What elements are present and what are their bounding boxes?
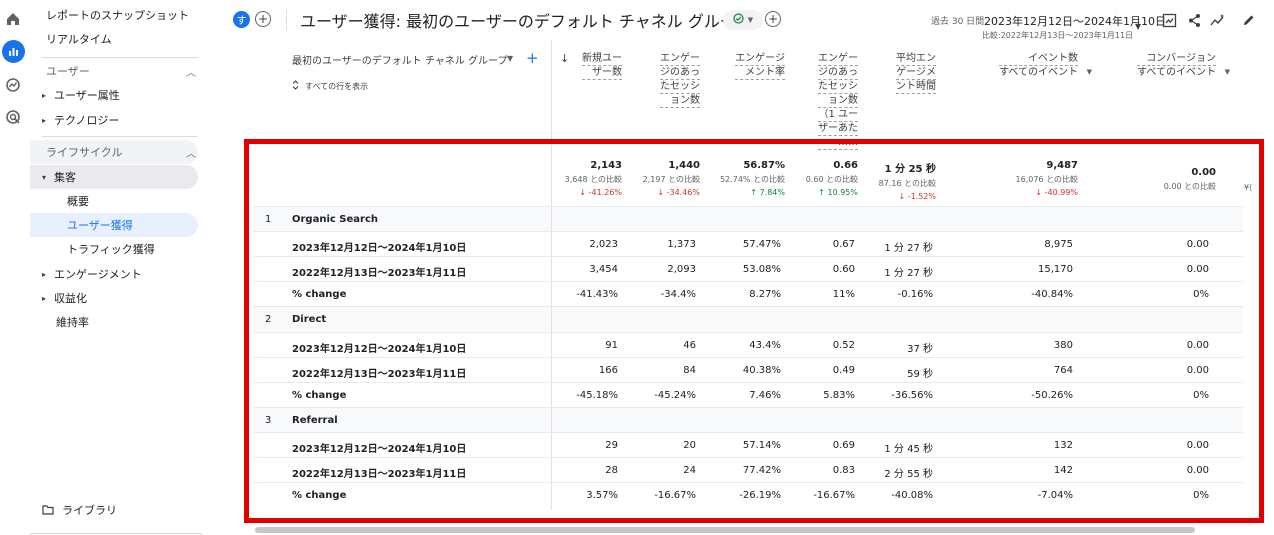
chevron-up-icon: ︿ (186, 67, 196, 79)
sidebar-divider (42, 136, 198, 137)
share-icon[interactable] (1185, 11, 1203, 29)
metric-header-line: エンゲー (660, 53, 700, 66)
metric-header-line: たセッシ (660, 81, 700, 94)
sidebar-item-engagement[interactable]: ▸ エンゲージメント (42, 263, 142, 285)
sidebar-bottom-divider (30, 533, 202, 534)
metric-header-line: ント時間 (896, 81, 936, 94)
sidebar-section-user[interactable]: ユーザー ︿ (46, 60, 196, 82)
metric-header-line: ジのあっ (818, 67, 858, 80)
sidebar-item-label: 収益化 (54, 292, 87, 305)
metric-header-2[interactable]: エンゲー ジのあっ たセッシ ョン数 (660, 52, 700, 108)
metric-sub-selector[interactable]: すべてのイベント (1137, 66, 1216, 79)
sidebar-item-label: リアルタイム (46, 33, 112, 46)
sidebar-item-label: テクノロジー (54, 114, 120, 127)
dimension-header[interactable]: 最初のユーザーのデフォルト チャネル グループ (292, 52, 507, 67)
metric-sub-selector[interactable]: すべてのイベント (999, 66, 1078, 79)
sidebar-item-monetization[interactable]: ▸ 収益化 (42, 287, 87, 309)
metric-header-line: ジのあっ (660, 67, 700, 80)
caret-down-icon[interactable]: ▼ (1225, 66, 1230, 79)
caret-right-icon: ▸ (42, 115, 47, 125)
show-all-rows-label: すべての行を表示 (305, 81, 369, 91)
sidebar-item-technology[interactable]: ▸ テクノロジー (42, 109, 119, 131)
sidebar-item-acquisition[interactable]: ▾ 集客 (42, 166, 76, 188)
header-separator (286, 10, 287, 30)
insights-icon[interactable] (1209, 11, 1227, 29)
sidebar-divider (42, 57, 198, 58)
caret-right-icon: ▸ (42, 293, 47, 303)
metric-header-7[interactable]: コンバージョン すべてのイベント ▼ (1137, 52, 1230, 79)
metric-header-line: ゲージメ (896, 67, 936, 80)
check-circle-icon (733, 13, 744, 27)
add-filter-icon[interactable]: + (765, 11, 781, 27)
metric-header-line: ョン数 (660, 94, 700, 108)
sidebar-item-label: エンゲージメント (54, 268, 142, 281)
sidebar-item-label: ユーザー獲得 (67, 219, 133, 232)
sidebar-item-label: ライブラリ (62, 504, 117, 517)
sidebar-nav: レポートのスナップショット リアルタイム ユーザー ︿ ▸ ユーザー属性 ▸ テクノ… (30, 0, 202, 535)
advertising-icon[interactable] (4, 108, 22, 126)
sidebar-item-label: レポートのスナップショット (46, 9, 189, 22)
status-pill[interactable]: ▼ (723, 10, 763, 30)
edit-pencil-icon[interactable] (1240, 11, 1258, 29)
caret-right-icon: ▸ (42, 269, 47, 279)
metric-header-line: ョン数 (818, 94, 858, 108)
show-all-rows[interactable]: すべての行を表示 (292, 80, 368, 92)
date-preset-label: 過去 30 日間 (931, 17, 985, 27)
metric-header-line: たセッシ (818, 81, 858, 94)
caret-down-icon: ▾ (42, 172, 47, 182)
customize-report-icon[interactable] (1160, 11, 1178, 29)
home-icon[interactable] (4, 10, 22, 28)
sidebar-section-lifecycle[interactable]: ライフサイクル ︿ (46, 141, 196, 163)
metric-header-line: ザーあた (818, 123, 858, 136)
sidebar-item-label: 維持率 (56, 316, 89, 329)
metric-header-4[interactable]: エンゲー ジのあっ たセッシ ョン数 （1 ユー ザーあた…… (818, 52, 858, 150)
metric-header-line: コンバージョン (1137, 52, 1216, 66)
chevron-up-icon: ︿ (186, 148, 196, 160)
metric-header-3[interactable]: エンゲージ メント率 (735, 52, 785, 80)
sidebar-item-label: トラフィック獲得 (67, 243, 155, 256)
date-picker-caret-icon[interactable]: ▼ (1135, 22, 1141, 31)
caret-down-icon: ▼ (747, 16, 754, 24)
caret-down-icon[interactable]: ▼ (1087, 66, 1092, 79)
page-title: ユーザー獲得: 最初のユーザーのデフォルト チャネル グループ (300, 12, 751, 31)
sidebar-item-label: ユーザー属性 (54, 89, 120, 102)
sort-desc-icon[interactable]: ↓ (560, 52, 569, 65)
metric-header-line: エンゲー (818, 53, 858, 66)
sidebar-item-snapshot[interactable]: レポートのスナップショット (46, 4, 189, 26)
sidebar-item-user-acquisition[interactable]: ユーザー獲得 (67, 214, 133, 236)
icon-rail (0, 0, 27, 535)
metric-header-line: 新規ユー (582, 53, 622, 66)
explore-icon[interactable] (4, 76, 22, 94)
sidebar-section-label: ユーザー (46, 65, 90, 78)
expand-rows-icon (292, 80, 299, 92)
metric-header-line: メント率 (735, 66, 785, 80)
metric-header-line: （1 ユー (818, 109, 858, 122)
sidebar-item-user-attributes[interactable]: ▸ ユーザー属性 (42, 84, 120, 106)
metric-header-line: イベント数 (999, 52, 1078, 66)
folder-icon (42, 505, 62, 515)
add-comparison-icon[interactable]: + (255, 11, 271, 27)
sidebar-item-label: 集客 (54, 171, 76, 184)
horizontal-scrollbar[interactable] (255, 527, 1195, 533)
add-dimension-icon[interactable]: + (526, 49, 539, 67)
sidebar-item-traffic-acquisition[interactable]: トラフィック獲得 (67, 238, 155, 260)
report-header: す + ユーザー獲得: 最初のユーザーのデフォルト チャネル グループ ▼ + … (203, 0, 1274, 44)
comparison-avatar[interactable]: す (233, 11, 250, 28)
sidebar-item-library[interactable]: ライブラリ (42, 499, 117, 521)
metric-header-line: 平均エン (896, 53, 936, 66)
sidebar-item-realtime[interactable]: リアルタイム (46, 28, 112, 50)
metric-header-1[interactable]: 新規ユー ザー数 (582, 52, 622, 80)
metric-header-5[interactable]: 平均エン ゲージメ ント時間 (896, 52, 936, 94)
sidebar-item-overview[interactable]: 概要 (67, 190, 89, 212)
metric-header-line: エンゲージ (735, 53, 785, 66)
sidebar-item-label: 概要 (67, 195, 89, 208)
caret-right-icon: ▸ (42, 90, 47, 100)
reports-icon[interactable] (2, 40, 25, 63)
metric-header-6[interactable]: イベント数 すべてのイベント ▼ (999, 52, 1092, 79)
dimension-caret-icon[interactable]: ▼ (507, 54, 513, 63)
metric-header-line: ザー数 (582, 66, 622, 80)
highlight-box (244, 139, 1264, 523)
sidebar-item-retention[interactable]: 維持率 (56, 311, 89, 333)
sidebar-section-label: ライフサイクル (46, 146, 123, 159)
